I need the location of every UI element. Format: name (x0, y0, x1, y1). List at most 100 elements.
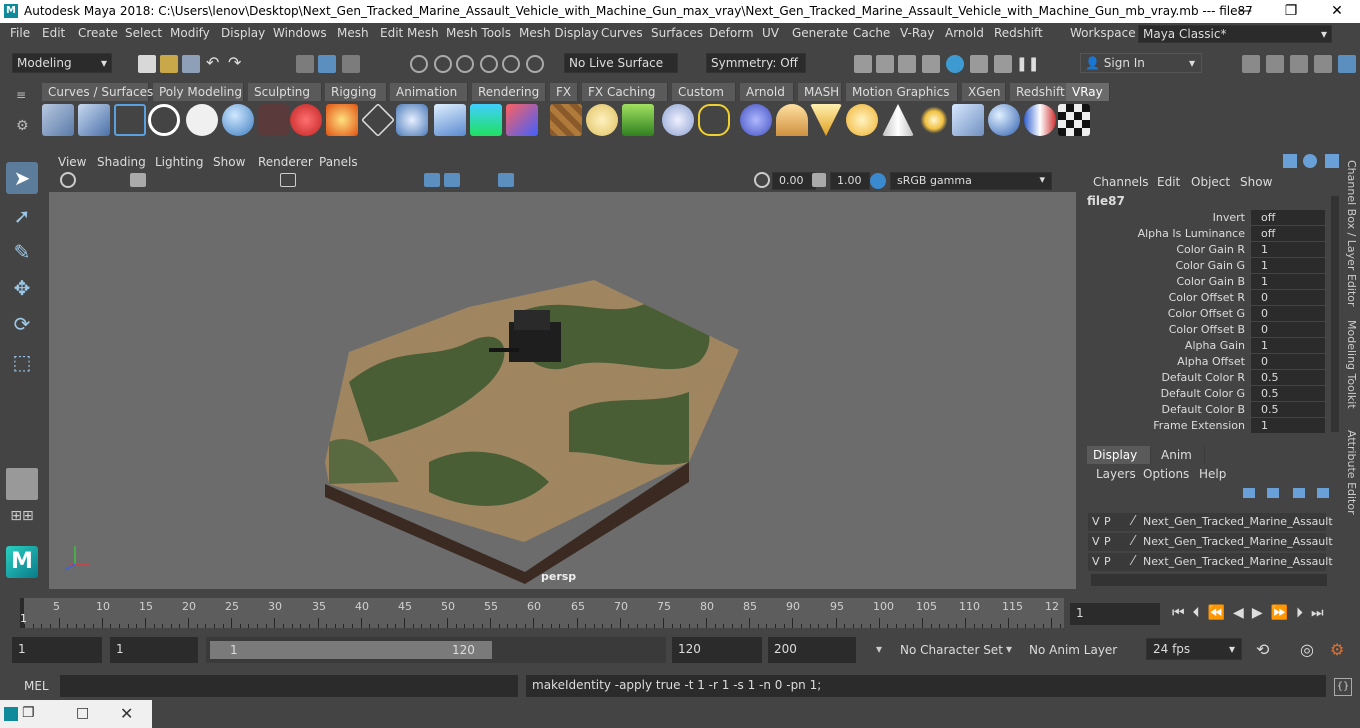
tab-poly-modeling[interactable]: Poly Modeling (153, 83, 244, 101)
layer-playback-toggle[interactable]: P (1104, 515, 1111, 528)
menu-redshift[interactable]: Redshift (994, 26, 1043, 40)
layer-editor-icon[interactable] (1303, 154, 1317, 168)
vray-sphere-icon[interactable] (222, 104, 254, 136)
vray-mesh-light-icon[interactable] (506, 104, 538, 136)
command-input[interactable] (60, 675, 518, 697)
menu-deform[interactable]: Deform (709, 26, 754, 40)
animation-start-field[interactable]: 1 (12, 637, 102, 663)
go-to-start-icon[interactable]: ⏮ (1172, 605, 1193, 621)
fps-dropdown[interactable]: 24 fps ▾ (1146, 638, 1242, 660)
exposure-field[interactable]: 0.00 (772, 172, 816, 190)
chevron-down-icon[interactable]: ▾ (876, 642, 882, 656)
vray-env-fog-icon[interactable] (740, 104, 772, 136)
render-view-icon[interactable] (854, 55, 872, 73)
redo-icon[interactable]: ↷ (228, 55, 246, 73)
auto-key-icon[interactable]: ◎ (1300, 640, 1314, 659)
render-settings-icon[interactable] (922, 55, 940, 73)
undo-icon[interactable]: ↶ (206, 55, 224, 73)
maximize-icon[interactable]: □ (76, 705, 89, 721)
viewport-menu-panels[interactable]: Panels (319, 155, 358, 169)
menu-vray[interactable]: V-Ray (900, 26, 934, 40)
vray-plane-icon[interactable] (361, 103, 395, 137)
maximize-button[interactable]: ❐ (1268, 0, 1314, 23)
tab-fx[interactable]: FX (550, 83, 578, 101)
layers-menu[interactable]: Layers (1096, 467, 1136, 481)
smooth-shade-icon[interactable] (444, 173, 460, 187)
layer-editor-toggle-icon[interactable] (1338, 55, 1356, 73)
menu-create[interactable]: Create (78, 26, 118, 40)
attribute-value[interactable]: 0.5 (1251, 370, 1325, 385)
float-panel-icon[interactable] (1325, 154, 1339, 168)
attribute-row[interactable]: Color Gain B 1 (1083, 274, 1333, 290)
script-editor-icon[interactable]: {} (1334, 678, 1352, 696)
tab-custom[interactable]: Custom (672, 83, 736, 101)
tool-settings-icon[interactable] (1290, 55, 1308, 73)
color-management-icon[interactable] (870, 173, 886, 189)
vray-light-lister-icon[interactable] (42, 104, 74, 136)
loop-icon[interactable]: ⟲ (1256, 640, 1269, 659)
vray-camera-icon[interactable] (258, 104, 290, 136)
select-tool-icon[interactable]: ➤ (6, 162, 38, 194)
attribute-row[interactable]: Default Color R 0.5 (1083, 370, 1333, 386)
close-button[interactable]: ✕ (1314, 0, 1360, 23)
attribute-row[interactable]: Color Gain R 1 (1083, 242, 1333, 258)
tab-attribute-editor[interactable]: Attribute Editor (1345, 430, 1358, 515)
shelf-settings-icon[interactable]: ⚙ (16, 118, 29, 134)
layer-color-icon[interactable]: ⁄ (1132, 514, 1134, 529)
attribute-row[interactable]: Default Color G 0.5 (1083, 386, 1333, 402)
vray-fire-icon[interactable] (326, 104, 358, 136)
attribute-editor-icon[interactable] (1266, 55, 1284, 73)
vray-ies-light-icon[interactable] (470, 104, 502, 136)
minimize-button[interactable]: — (1222, 0, 1268, 23)
channel-object-menu[interactable]: Object (1191, 175, 1230, 189)
vray-displacement-icon[interactable] (698, 104, 730, 136)
layer-row[interactable]: V P ⁄ Next_Gen_Tracked_Marine_Assault (1088, 553, 1333, 571)
modeling-toolkit-icon[interactable] (1242, 55, 1260, 73)
save-scene-icon[interactable] (182, 55, 200, 73)
grid-icon[interactable] (280, 173, 296, 187)
menu-edit-mesh[interactable]: Edit Mesh (380, 26, 439, 40)
channel-show-menu[interactable]: Show (1240, 175, 1272, 189)
vray-spot-cone-icon[interactable] (810, 104, 842, 136)
step-back-icon[interactable]: ⏴ (1193, 605, 1208, 621)
menu-curves[interactable]: Curves (601, 26, 643, 40)
vray-fur-icon[interactable] (622, 104, 654, 136)
anim-layer-field[interactable]: No Anim Layer (1029, 643, 1117, 657)
channel-box-icon[interactable] (1283, 154, 1297, 168)
attribute-value[interactable]: 1 (1251, 338, 1325, 353)
vray-env-light-icon[interactable] (952, 104, 984, 136)
viewport-menu-view[interactable]: View (58, 155, 86, 169)
vray-sphere-light-icon[interactable] (988, 104, 1020, 136)
textured-icon[interactable] (498, 173, 514, 187)
channel-scrollbar[interactable] (1331, 196, 1339, 432)
ipr-render-icon[interactable] (898, 55, 916, 73)
viewport-menu-show[interactable]: Show (213, 155, 245, 169)
menu-surfaces[interactable]: Surfaces (651, 26, 703, 40)
playback-end-field[interactable]: 120 (672, 637, 762, 663)
mode-dropdown[interactable]: Modeling ▾ (12, 53, 112, 73)
tab-rendering[interactable]: Rendering (472, 83, 546, 101)
snap-point-icon[interactable] (456, 55, 474, 73)
menu-cache[interactable]: Cache (853, 26, 890, 40)
help-menu[interactable]: Help (1199, 467, 1226, 481)
animation-prefs-icon[interactable]: ⚙ (1330, 640, 1344, 659)
tab-animation[interactable]: Animation (390, 83, 468, 101)
tab-xgen[interactable]: XGen (962, 83, 1006, 101)
layer-visibility-toggle[interactable]: V (1092, 555, 1100, 568)
layer-color-icon[interactable]: ⁄ (1132, 554, 1134, 569)
layer-name[interactable]: Next_Gen_Tracked_Marine_Assault (1143, 515, 1333, 528)
attribute-row[interactable]: Invert off (1083, 210, 1333, 226)
layer-name[interactable]: Next_Gen_Tracked_Marine_Assault (1143, 535, 1333, 548)
tab-channel-box-layer-editor[interactable]: Channel Box / Layer Editor (1345, 160, 1358, 307)
maya-m-icon[interactable]: M (6, 546, 38, 578)
attribute-value[interactable]: 0 (1251, 306, 1325, 321)
layout-four-icon[interactable]: ⊞⊞ (6, 508, 38, 540)
workspace-dropdown[interactable]: Maya Classic* ▾ (1138, 25, 1332, 43)
new-layer-icon[interactable] (1293, 488, 1305, 498)
vray-cone-icon[interactable] (882, 104, 914, 136)
menu-windows[interactable]: Windows (273, 26, 327, 40)
play-forward-icon[interactable]: ▶ (1252, 605, 1271, 621)
rotate-tool-icon[interactable]: ⟳ (6, 308, 38, 340)
range-slider[interactable]: 1 120 (206, 637, 666, 663)
vray-material-icon[interactable] (290, 104, 322, 136)
